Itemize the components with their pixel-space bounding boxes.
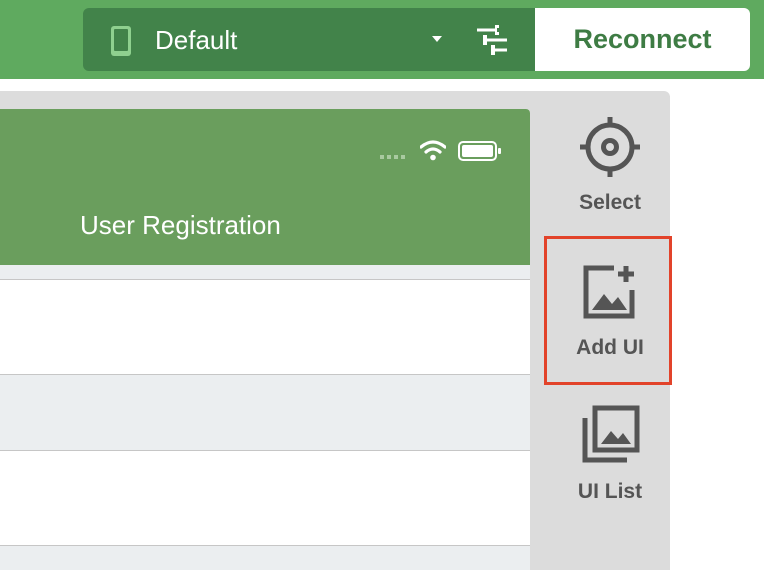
selection-highlight	[544, 236, 672, 385]
tune-icon[interactable]	[475, 24, 509, 56]
app-header: User Registration	[0, 109, 530, 265]
list-separator	[0, 265, 530, 279]
caret-down-icon[interactable]	[431, 35, 443, 43]
ui-list-tool[interactable]: UI List	[545, 404, 675, 504]
battery-icon	[458, 141, 501, 161]
list-separator	[0, 375, 530, 450]
form-row[interactable]	[0, 280, 530, 374]
image-stack-icon	[582, 405, 640, 463]
select-tool[interactable]: Select	[545, 115, 675, 215]
form-row[interactable]	[0, 451, 530, 545]
device-label: Default	[155, 25, 238, 55]
crosshair-icon	[580, 117, 640, 177]
signal-icon	[380, 155, 405, 159]
device-selector[interactable]: Default	[83, 8, 535, 71]
wifi-icon	[420, 140, 446, 161]
top-bar: Default Reconnect	[0, 0, 764, 79]
mobile-preview: User Registration	[0, 109, 530, 570]
page-title: User Registration	[80, 210, 281, 240]
ui-list-tool-label: UI List	[577, 480, 643, 503]
list-separator	[0, 546, 530, 570]
phone-icon	[111, 26, 131, 56]
reconnect-button[interactable]: Reconnect	[535, 8, 750, 71]
select-tool-label: Select	[579, 191, 641, 214]
